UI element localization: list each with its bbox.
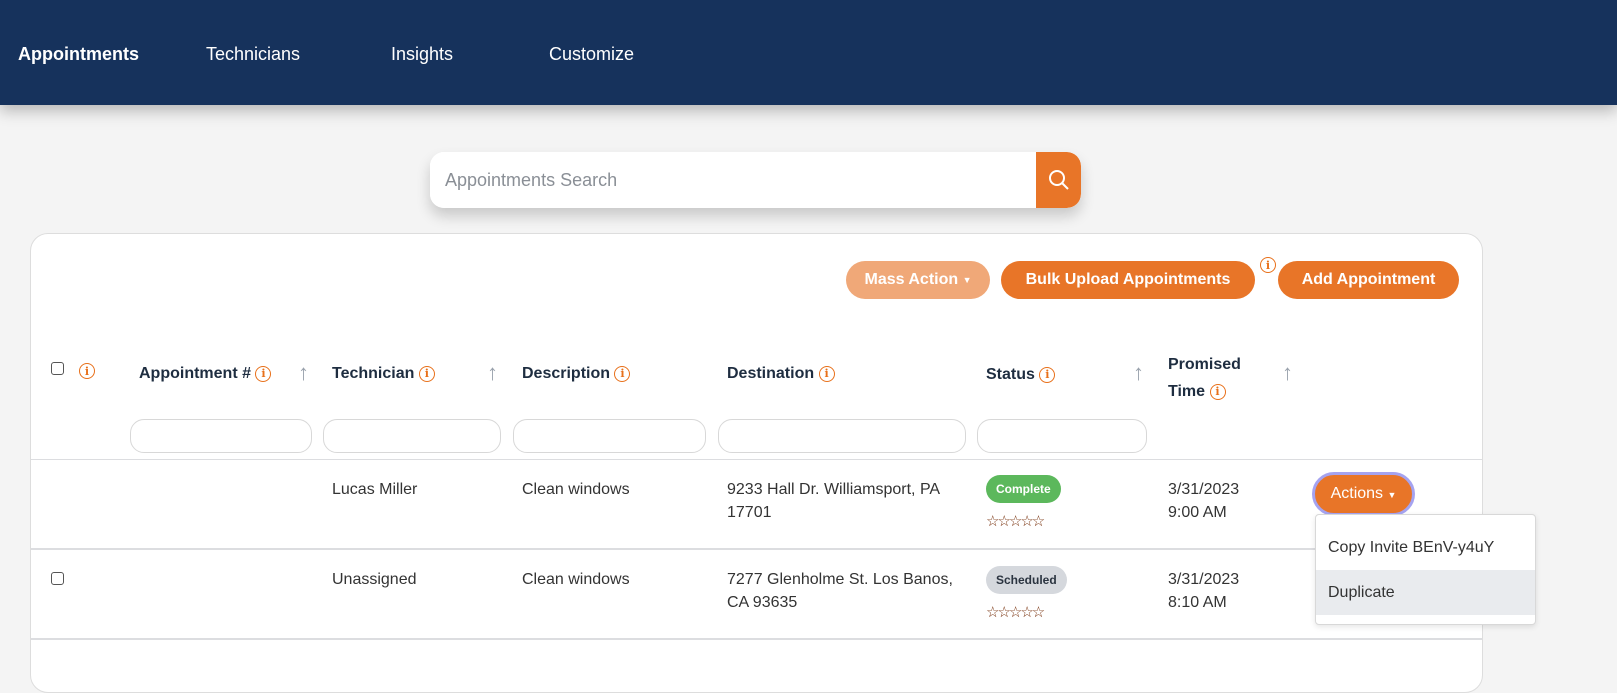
row-checkbox[interactable]	[51, 572, 64, 585]
mass-action-button[interactable]: Mass Action ▼	[846, 261, 990, 299]
menu-item-copy-invite[interactable]: Copy Invite BEnV-y4uY	[1316, 525, 1535, 570]
header-label: Destination	[727, 365, 815, 382]
search-icon	[1048, 170, 1069, 190]
info-icon[interactable]: i	[1039, 366, 1056, 383]
search-input[interactable]	[430, 152, 1030, 208]
mass-action-label: Mass Action	[864, 271, 959, 288]
caret-down-icon: ▼	[1387, 490, 1397, 500]
rating-stars[interactable]: ☆☆☆☆☆	[986, 603, 1045, 621]
divider	[31, 548, 1482, 550]
search-bar	[430, 152, 1081, 208]
divider	[31, 459, 1482, 460]
info-icon[interactable]: i	[1260, 257, 1276, 273]
caret-down-icon: ▼	[962, 275, 972, 285]
info-icon[interactable]: i	[418, 365, 435, 382]
status-badge: Complete	[986, 475, 1061, 503]
nav-appointments[interactable]: Appointments	[18, 44, 139, 65]
search-button[interactable]	[1036, 152, 1081, 208]
cell-promised-time: 3/31/2023 9:00 AM	[1168, 481, 1240, 521]
sort-arrow-icon[interactable]: ↑	[1133, 360, 1144, 386]
header-label: Appointment #	[139, 365, 251, 382]
header-label: Technician	[332, 365, 415, 382]
add-appointment-button[interactable]: Add Appointment	[1278, 261, 1459, 299]
info-icon[interactable]: i	[255, 365, 272, 382]
nav-technicians[interactable]: Technicians	[206, 44, 300, 65]
cell-description: Clean windows	[522, 481, 630, 498]
cell-promised-time: 3/31/2023 8:10 AM	[1168, 571, 1240, 611]
actions-label: Actions	[1330, 485, 1384, 502]
rating-stars[interactable]: ☆☆☆☆☆	[986, 512, 1045, 530]
info-icon[interactable]: i	[79, 363, 95, 379]
info-icon[interactable]: i	[614, 365, 631, 382]
nav-insights[interactable]: Insights	[391, 44, 453, 65]
info-icon[interactable]: i	[1209, 383, 1226, 400]
filter-appointment[interactable]	[130, 419, 312, 453]
sort-arrow-icon[interactable]: ↑	[487, 360, 498, 386]
cell-destination: 7277 Glenholme St. Los Banos, CA 93635	[727, 571, 953, 611]
cell-description: Clean windows	[522, 571, 630, 588]
header-label: Status	[986, 366, 1035, 383]
header-label: Promised Time	[1168, 356, 1241, 400]
top-navbar: Appointments Technicians Insights Custom…	[0, 0, 1617, 105]
cell-technician: Lucas Miller	[332, 481, 418, 498]
actions-button[interactable]: Actions ▼	[1312, 472, 1415, 516]
column-header-destination[interactable]: Destination i	[727, 365, 835, 383]
column-header-appointment[interactable]: Appointment # i	[139, 365, 272, 383]
column-header-promised-time[interactable]: Promised Time i	[1168, 351, 1258, 405]
filter-description[interactable]	[513, 419, 706, 453]
cell-technician: Unassigned	[332, 571, 417, 588]
actions-dropdown-menu: Copy Invite BEnV-y4uY Duplicate	[1315, 514, 1536, 625]
filter-technician[interactable]	[323, 419, 501, 453]
header-label: Description	[522, 365, 611, 382]
status-badge: Scheduled	[986, 566, 1067, 594]
column-header-status[interactable]: Status i	[986, 366, 1056, 384]
menu-item-duplicate[interactable]: Duplicate	[1316, 570, 1535, 615]
info-icon[interactable]: i	[818, 365, 835, 382]
column-header-description[interactable]: Description i	[522, 365, 631, 383]
filter-destination[interactable]	[718, 419, 966, 453]
sort-arrow-icon[interactable]: ↑	[298, 360, 309, 386]
appointments-card	[30, 233, 1483, 693]
divider	[31, 638, 1482, 640]
nav-customize[interactable]: Customize	[549, 44, 634, 65]
filter-status[interactable]	[977, 419, 1147, 453]
sort-arrow-icon[interactable]: ↑	[1282, 360, 1293, 386]
cell-destination: 9233 Hall Dr. Williamsport, PA 17701	[727, 481, 940, 521]
select-all-checkbox[interactable]	[51, 362, 64, 375]
column-header-technician[interactable]: Technician i	[332, 365, 435, 383]
bulk-upload-button[interactable]: Bulk Upload Appointments	[1001, 261, 1255, 299]
